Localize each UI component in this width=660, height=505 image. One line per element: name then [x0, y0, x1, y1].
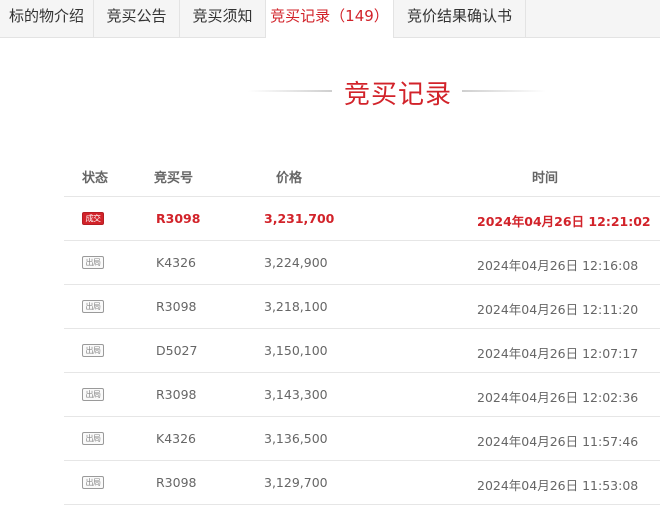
bid-number: R3098	[156, 299, 197, 314]
table-row: 出局 K4326 3,224,900 2024年04月26日 12:16:08	[64, 241, 660, 285]
table-row: 成交 R3098 3,231,700 2024年04月26日 12:21:02	[64, 197, 660, 241]
bid-time: 2024年04月26日 12:21:02	[477, 214, 651, 229]
status-badge-out: 出局	[82, 476, 104, 489]
status-badge-out: 出局	[82, 388, 104, 401]
tab-bidding-rules[interactable]: 竞买须知	[180, 0, 266, 37]
status-badge-won: 成交	[82, 212, 104, 225]
heading-divider-right	[462, 90, 546, 92]
tab-announcement[interactable]: 竞买公告	[94, 0, 180, 37]
header-status: 状态	[82, 171, 109, 186]
bid-number: R3098	[156, 387, 197, 402]
table-row: 出局 R3098 3,218,100 2024年04月26日 12:11:20	[64, 285, 660, 329]
table-row: 出局 D5027 3,150,100 2024年04月26日 12:07:17	[64, 329, 660, 373]
bid-time: 2024年04月26日 11:57:46	[477, 434, 639, 449]
tab-bar: 标的物介绍 竞买公告 竞买须知 竞买记录（149） 竞价结果确认书	[0, 0, 660, 38]
section-title: 竞买记录	[343, 80, 452, 110]
bid-price: 3,218,100	[264, 299, 328, 314]
bid-number: K4326	[156, 431, 197, 446]
section-heading: 竞买记录	[0, 68, 660, 112]
bid-number: K4326	[156, 255, 197, 270]
bid-price: 3,150,100	[264, 343, 328, 358]
bid-time: 2024年04月26日 11:53:08	[477, 478, 639, 493]
status-badge-out: 出局	[82, 344, 104, 357]
bid-records-table: 成交 R3098 3,231,700 2024年04月26日 12:21:02 …	[64, 197, 660, 505]
heading-divider-left	[248, 90, 332, 92]
table-header: 状态 竞买号 价格 时间	[64, 154, 660, 197]
status-badge-out: 出局	[82, 432, 104, 445]
table-row: 出局 R3098 3,129,700 2024年04月26日 11:53:08	[64, 461, 660, 505]
bid-price: 3,136,500	[264, 431, 328, 446]
tab-result-confirmation[interactable]: 竞价结果确认书	[394, 0, 526, 37]
bid-time: 2024年04月26日 12:11:20	[477, 302, 639, 317]
header-price: 价格	[276, 171, 303, 186]
status-badge-out: 出局	[82, 300, 104, 313]
bid-time: 2024年04月26日 12:07:17	[477, 346, 639, 361]
status-badge-out: 出局	[82, 256, 104, 269]
table-row: 出局 R3098 3,143,300 2024年04月26日 12:02:36	[64, 373, 660, 417]
header-bid-number: 竞买号	[154, 171, 194, 186]
bid-number: R3098	[156, 211, 201, 226]
bid-price: 3,224,900	[264, 255, 328, 270]
bid-time: 2024年04月26日 12:02:36	[477, 390, 639, 405]
bid-number: D5027	[156, 343, 198, 358]
bid-time: 2024年04月26日 12:16:08	[477, 258, 639, 273]
bid-price: 3,231,700	[264, 211, 335, 226]
tab-item-intro[interactable]: 标的物介绍	[0, 0, 94, 37]
table-row: 出局 K4326 3,136,500 2024年04月26日 11:57:46	[64, 417, 660, 461]
tab-bid-records[interactable]: 竞买记录（149）	[266, 0, 394, 38]
bid-number: R3098	[156, 475, 197, 490]
bid-price: 3,143,300	[264, 387, 328, 402]
bid-price: 3,129,700	[264, 475, 328, 490]
header-time: 时间	[532, 171, 559, 186]
